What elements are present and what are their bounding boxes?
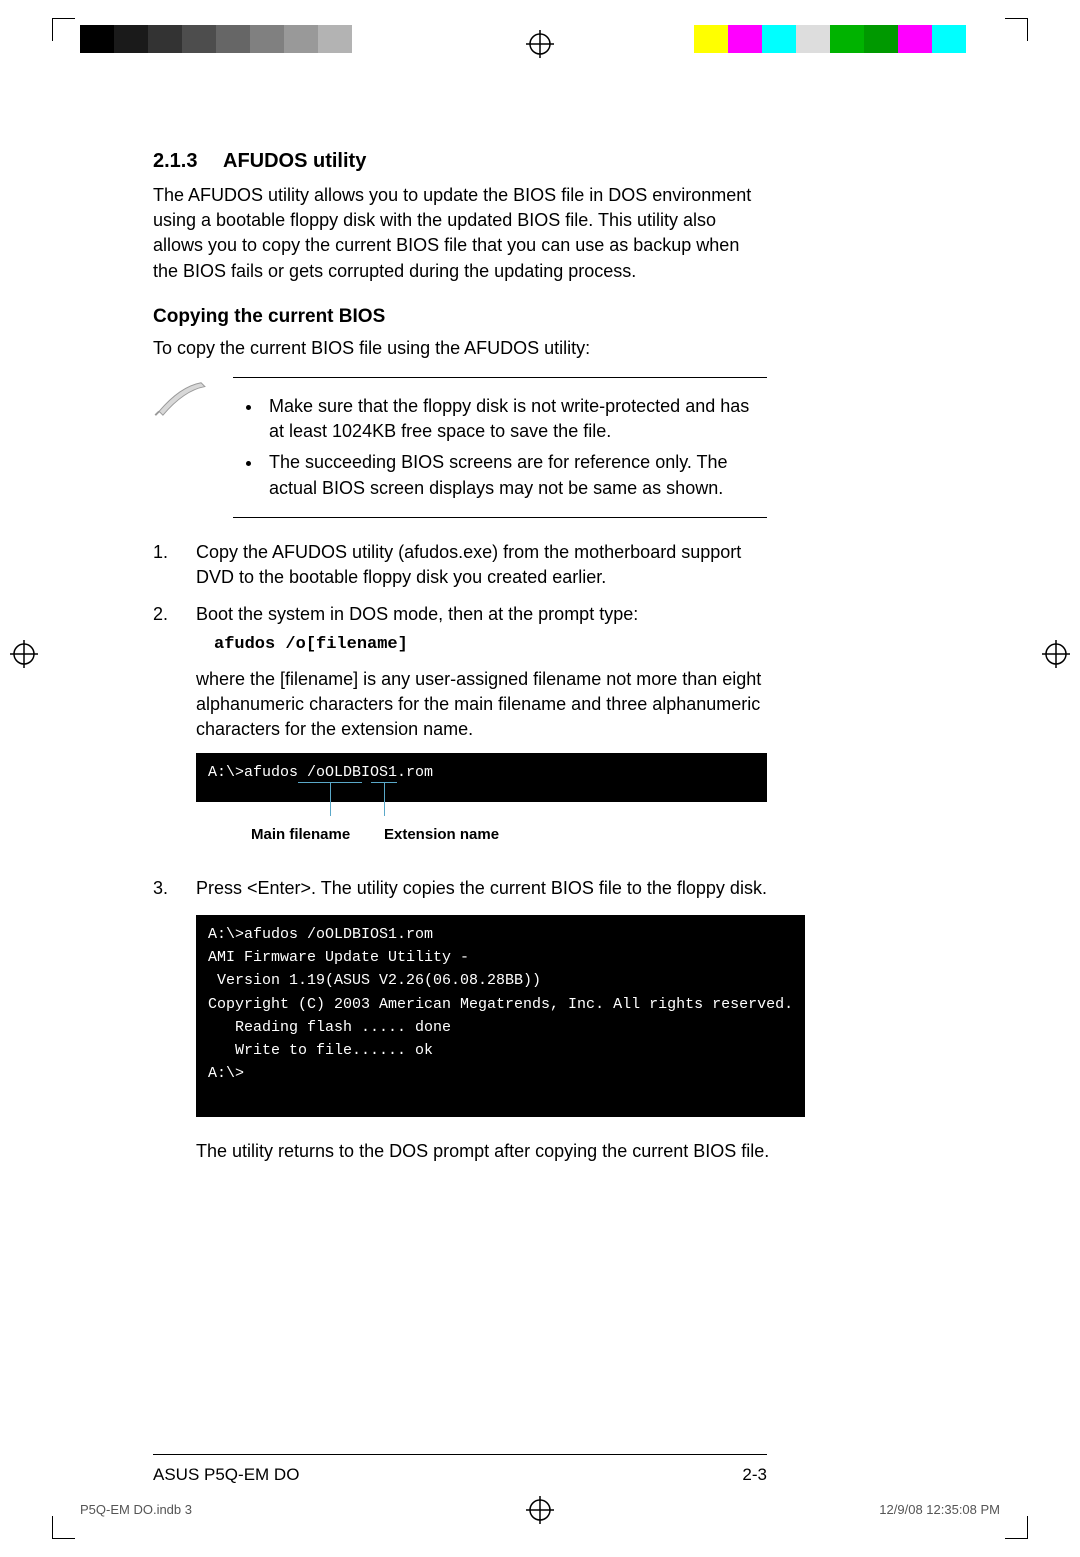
step-1: 1.Copy the AFUDOS utility (afudos.exe) f… bbox=[153, 540, 767, 590]
footer-right: 2-3 bbox=[742, 1465, 767, 1485]
crop-mark-br bbox=[1005, 1516, 1028, 1539]
terminal-1: A:\>afudos /oOLDBIOS1.rom bbox=[196, 753, 767, 802]
pen-icon bbox=[153, 377, 233, 518]
section-heading: 2.1.3AFUDOS utility bbox=[153, 150, 767, 173]
step-2: 2. Boot the system in DOS mode, then at … bbox=[153, 602, 767, 864]
crop-mark-tr bbox=[1005, 18, 1028, 41]
print-file: P5Q-EM DO.indb 3 bbox=[80, 1502, 192, 1517]
terminal-1-wrap: A:\>afudos /oOLDBIOS1.rom Main filename … bbox=[196, 753, 767, 854]
print-info: P5Q-EM DO.indb 3 12/9/08 12:35:08 PM bbox=[80, 1502, 1000, 1517]
grayscale-bar bbox=[80, 25, 386, 53]
print-date: 12/9/08 12:35:08 PM bbox=[879, 1502, 1000, 1517]
step-3-text: Press <Enter>. The utility copies the cu… bbox=[196, 876, 805, 901]
command-code: afudos /o[filename] bbox=[214, 633, 767, 657]
registration-mark-right bbox=[1042, 640, 1070, 668]
command-note: where the [filename] is any user-assigne… bbox=[196, 667, 767, 743]
section-number: 2.1.3 bbox=[153, 150, 223, 173]
registration-mark-left bbox=[10, 640, 38, 668]
page: 2.1.3AFUDOS utility The AFUDOS utility a… bbox=[0, 0, 1080, 1557]
registration-mark-top bbox=[526, 30, 554, 58]
content-area: 2.1.3AFUDOS utility The AFUDOS utility a… bbox=[153, 150, 767, 1176]
annotation-ext-label: Extension name bbox=[384, 824, 499, 845]
step-2-text: Boot the system in DOS mode, then at the… bbox=[196, 602, 767, 627]
annotation-main-label: Main filename bbox=[251, 824, 350, 845]
section-title: AFUDOS utility bbox=[223, 150, 366, 172]
annotation: Main filename Extension name bbox=[196, 810, 767, 854]
subsection-intro: To copy the current BIOS file using the … bbox=[153, 336, 767, 361]
page-footer: ASUS P5Q-EM DO 2-3 bbox=[153, 1454, 767, 1485]
note-content: Make sure that the floppy disk is not wr… bbox=[233, 377, 767, 518]
subsection-heading: Copying the current BIOS bbox=[153, 306, 767, 328]
note-item: Make sure that the floppy disk is not wr… bbox=[263, 394, 767, 444]
note-item: The succeeding BIOS screens are for refe… bbox=[263, 450, 767, 500]
note-box: Make sure that the floppy disk is not wr… bbox=[153, 377, 767, 518]
intro-paragraph: The AFUDOS utility allows you to update … bbox=[153, 183, 767, 284]
terminal-2: A:\>afudos /oOLDBIOS1.romAMI Firmware Up… bbox=[196, 915, 805, 1117]
steps-list: 1.Copy the AFUDOS utility (afudos.exe) f… bbox=[153, 540, 767, 1164]
crop-mark-tl bbox=[52, 18, 75, 41]
closing-text: The utility returns to the DOS prompt af… bbox=[196, 1139, 805, 1164]
color-bar bbox=[694, 25, 1000, 53]
step-3: 3. Press <Enter>. The utility copies the… bbox=[153, 876, 767, 1164]
footer-left: ASUS P5Q-EM DO bbox=[153, 1465, 299, 1485]
crop-mark-bl bbox=[52, 1516, 75, 1539]
